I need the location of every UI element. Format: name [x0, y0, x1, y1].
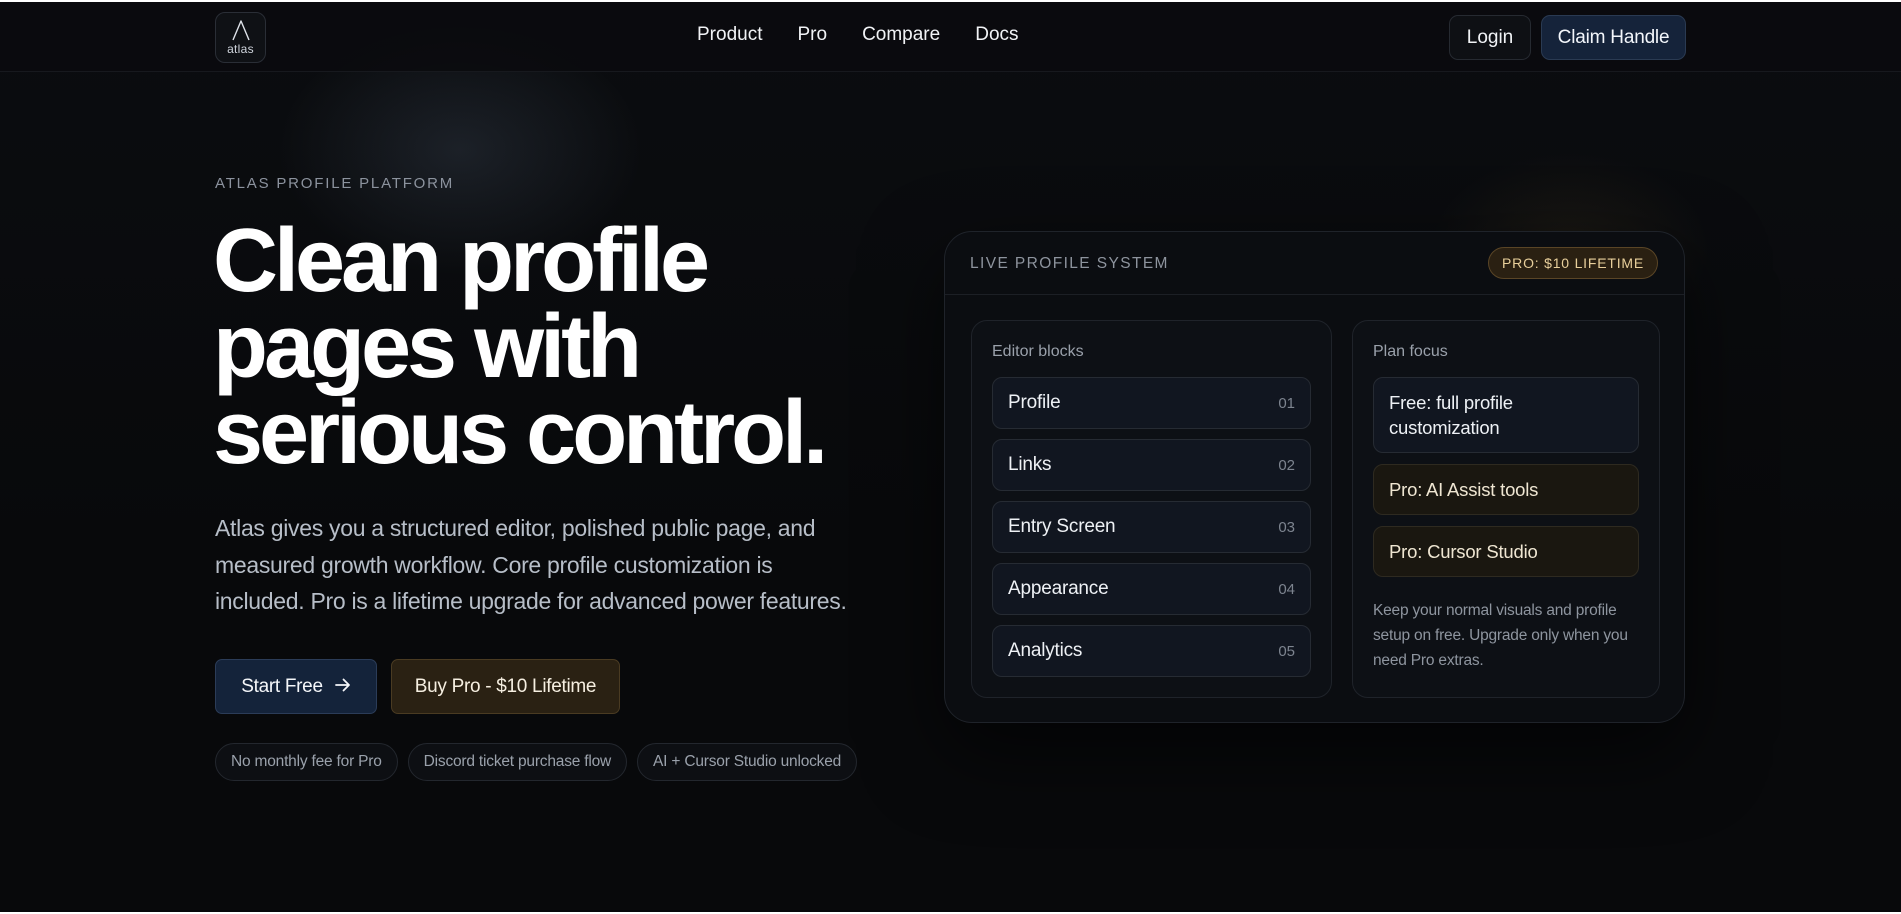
subcopy-line: included. Pro is a lifetime upgrade for …	[215, 588, 847, 614]
landing-page: atlas Product Pro Compare Docs Login Cla…	[0, 0, 1901, 914]
nav-link-compare[interactable]: Compare	[862, 24, 940, 46]
atlas-a-logo-icon	[231, 19, 251, 41]
feature-pill: No monthly fee for Pro	[215, 743, 398, 781]
eyebrow: ATLAS PROFILE PLATFORM	[215, 175, 455, 192]
start-free-label: Start Free	[241, 675, 323, 697]
block-name: Appearance	[1008, 578, 1109, 599]
editor-block-appearance[interactable]: Appearance 04	[992, 563, 1311, 615]
editor-block-profile[interactable]: Profile 01	[992, 377, 1311, 429]
logo-text: atlas	[227, 42, 254, 56]
nav-link-product[interactable]: Product	[697, 24, 762, 46]
logo[interactable]: atlas	[215, 12, 266, 63]
editor-blocks-label: Editor blocks	[992, 343, 1084, 360]
start-free-button[interactable]: Start Free	[215, 659, 377, 714]
panel-header: LIVE PROFILE SYSTEM PRO: $10 LIFETIME	[945, 232, 1684, 295]
login-button[interactable]: Login	[1449, 15, 1531, 60]
editor-block-entry-screen[interactable]: Entry Screen 03	[992, 501, 1311, 553]
live-profile-panel: LIVE PROFILE SYSTEM PRO: $10 LIFETIME Ed…	[944, 231, 1685, 723]
plan-item-pro-cursor-studio: Pro: Cursor Studio	[1373, 526, 1639, 577]
block-number: 04	[1278, 580, 1295, 598]
plan-item-free: Free: full profile customization	[1373, 377, 1639, 453]
editor-blocks-card: Editor blocks Profile 01 Links 02 Entry …	[971, 320, 1332, 698]
block-name: Analytics	[1008, 640, 1083, 661]
block-name: Profile	[1008, 392, 1061, 413]
hero-description: Atlas gives you a structured editor, pol…	[215, 510, 905, 620]
page-title: Clean profile pages with serious control…	[213, 211, 913, 483]
nav-link-pro[interactable]: Pro	[797, 24, 827, 46]
headline-line: Clean profile	[213, 211, 710, 311]
price-badge: PRO: $10 LIFETIME	[1488, 247, 1658, 279]
feature-pills: No monthly fee for Pro Discord ticket pu…	[215, 743, 858, 781]
top-nav: atlas Product Pro Compare Docs Login Cla…	[0, 2, 1901, 72]
subcopy-line: Atlas gives you a structured editor, pol…	[215, 515, 816, 541]
plan-note: Keep your normal visuals and profile set…	[1373, 602, 1628, 669]
editor-block-analytics[interactable]: Analytics 05	[992, 625, 1311, 677]
block-number: 02	[1278, 456, 1295, 474]
subcopy-line: measured growth workflow. Core profile c…	[215, 551, 773, 578]
feature-pill: AI + Cursor Studio unlocked	[637, 743, 858, 781]
feature-pill: Discord ticket purchase flow	[407, 743, 628, 781]
block-number: 05	[1278, 642, 1295, 660]
block-number: 03	[1278, 518, 1295, 536]
headline-line: serious control.	[213, 383, 828, 483]
buy-pro-button[interactable]: Buy Pro - $10 Lifetime	[391, 659, 620, 714]
block-number: 01	[1278, 394, 1295, 412]
block-name: Links	[1008, 454, 1052, 475]
nav-links: Product Pro Compare Docs	[697, 24, 1019, 46]
nav-link-docs[interactable]: Docs	[975, 24, 1018, 46]
editor-block-links[interactable]: Links 02	[992, 439, 1311, 491]
panel-title: LIVE PROFILE SYSTEM	[970, 255, 1169, 272]
plan-item-pro-ai-assist: Pro: AI Assist tools	[1373, 464, 1639, 515]
block-name: Entry Screen	[1008, 516, 1116, 537]
plan-focus-card: Plan focus Free: full profile customizat…	[1352, 320, 1660, 698]
arrow-right-icon	[334, 676, 351, 698]
plan-focus-label: Plan focus	[1373, 343, 1448, 360]
claim-handle-button[interactable]: Claim Handle	[1541, 15, 1686, 60]
headline-line: pages with	[213, 297, 642, 397]
